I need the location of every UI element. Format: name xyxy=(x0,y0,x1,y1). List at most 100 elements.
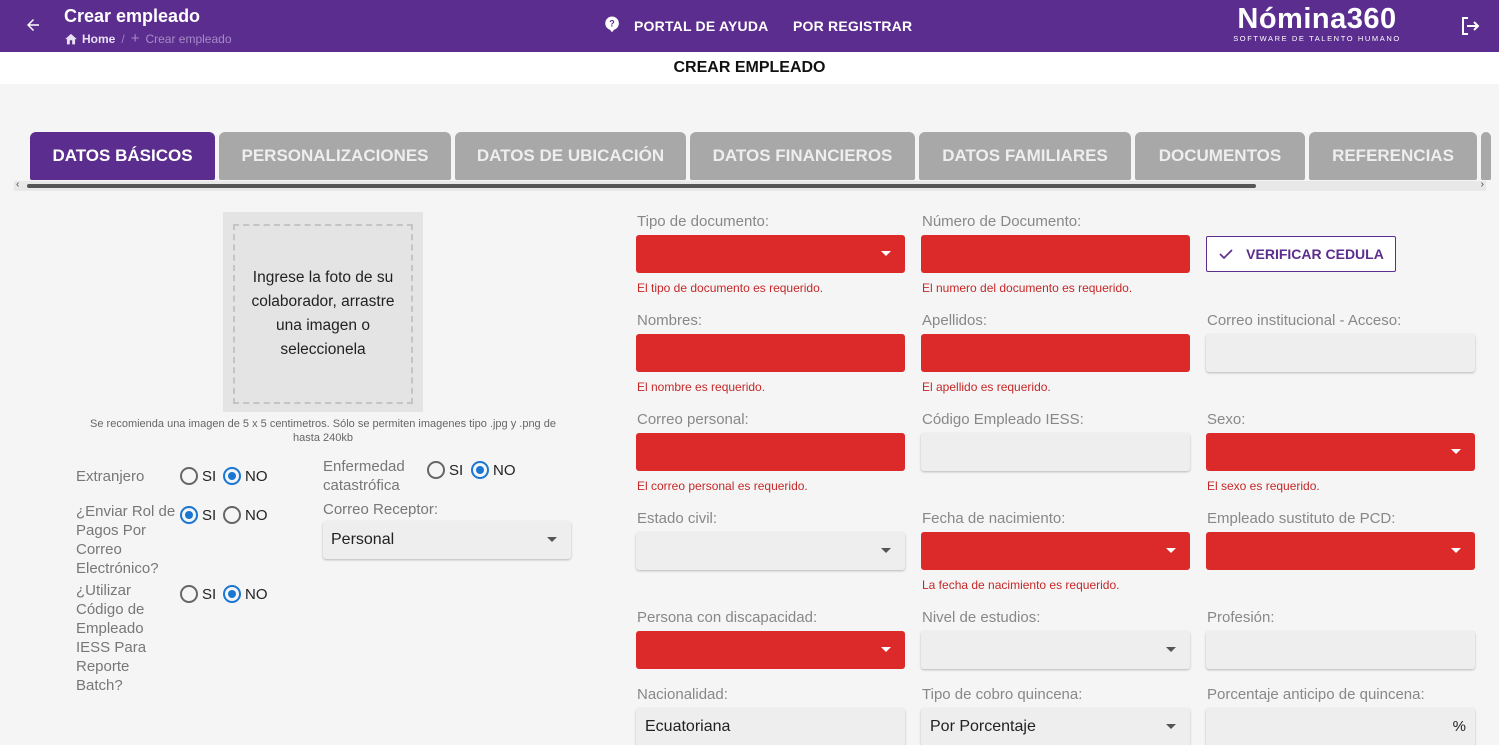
sexo-label: Sexo: xyxy=(1207,411,1246,428)
tab-referencias[interactable]: REFERENCIAS xyxy=(1309,132,1477,180)
correo-personal-input[interactable] xyxy=(636,433,905,471)
page-title: Crear empleado xyxy=(64,6,201,26)
nombres-label: Nombres: xyxy=(637,312,703,329)
correo-personal-label: Correo personal: xyxy=(637,411,749,428)
radio-icon xyxy=(180,467,198,485)
discapacidad-label: Persona con discapacidad: xyxy=(637,609,818,626)
pending-register-link[interactable]: POR REGISTRAR xyxy=(793,18,912,34)
tipo-documento-select[interactable] xyxy=(636,235,905,273)
tab-datos-ubicacion[interactable]: DATOS DE UBICACIÓN xyxy=(455,132,686,180)
fecha-nacimiento-error: La fecha de nacimiento es requerido. xyxy=(922,578,1120,592)
tab-datos-familiares[interactable]: DATOS FAMILIARES xyxy=(919,132,1131,180)
enfermedad-no-radio[interactable]: NO xyxy=(471,461,516,479)
radio-label: SI xyxy=(202,467,217,485)
section-heading: CREAR EMPLEADO xyxy=(0,52,1499,84)
tab-overflow[interactable] xyxy=(1481,132,1491,180)
home-icon xyxy=(65,33,77,45)
photo-upload[interactable]: Ingrese la foto de su colaborador, arras… xyxy=(223,212,423,412)
logout-icon[interactable] xyxy=(1458,14,1482,38)
codigo-iess-no-radio[interactable]: NO xyxy=(223,585,268,603)
tipo-cobro-select[interactable]: Por Porcentaje xyxy=(921,708,1190,745)
tab-datos-basicos[interactable]: DATOS BÁSICOS xyxy=(30,132,215,180)
tab-scrollbar[interactable]: ‹ › xyxy=(14,179,1486,191)
radio-label: NO xyxy=(493,461,516,479)
chevron-down-icon xyxy=(881,548,891,553)
help-portal-link[interactable]: PORTAL DE AYUDA xyxy=(634,18,768,34)
correo-institucional-label: Correo institucional - Acceso: xyxy=(1207,312,1402,329)
extranjero-si-radio[interactable]: SI xyxy=(180,467,216,485)
discapacidad-select[interactable] xyxy=(636,631,905,669)
radio-label: SI xyxy=(449,461,464,479)
scroll-left-icon[interactable]: ‹ xyxy=(16,179,19,190)
apellidos-input[interactable] xyxy=(921,334,1190,372)
nivel-estudios-select[interactable] xyxy=(921,631,1190,669)
chevron-down-icon xyxy=(1451,548,1461,553)
chevron-down-icon xyxy=(547,537,557,542)
radio-checked-icon xyxy=(223,585,241,603)
radio-label: NO xyxy=(245,467,268,485)
radio-label: SI xyxy=(202,506,217,524)
photo-dropzone[interactable]: Ingrese la foto de su colaborador, arras… xyxy=(233,224,413,404)
enfermedad-label: Enfermedad catastrófica xyxy=(323,458,405,494)
tipo-documento-error: El tipo de documento es requerido. xyxy=(637,281,824,295)
tab-scrollbar-thumb[interactable] xyxy=(27,184,1256,188)
tab-personalizaciones[interactable]: PERSONALIZACIONES xyxy=(219,132,451,180)
plus-icon: + xyxy=(130,30,140,47)
profesion-input[interactable] xyxy=(1206,631,1475,669)
numero-documento-label: Número de Documento: xyxy=(922,213,1082,230)
fecha-nacimiento-select[interactable] xyxy=(921,532,1190,570)
verificar-cedula-button[interactable]: VERIFICAR CEDULA xyxy=(1206,236,1396,272)
nivel-estudios-label: Nivel de estudios: xyxy=(922,609,1041,626)
nacionalidad-input[interactable]: Ecuatoriana xyxy=(636,708,905,745)
porcentaje-anticipo-label: Porcentaje anticipo de quincena: xyxy=(1207,686,1425,703)
extranjero-no-radio[interactable]: NO xyxy=(223,467,268,485)
svg-text:?: ? xyxy=(609,19,615,29)
help-icon: ? xyxy=(605,16,619,33)
numero-documento-input[interactable] xyxy=(921,235,1190,273)
nacionalidad-label: Nacionalidad: xyxy=(637,686,728,703)
tab-datos-financieros[interactable]: DATOS FINANCIEROS xyxy=(690,132,915,180)
chevron-down-icon xyxy=(1166,724,1176,729)
nacionalidad-value: Ecuatoriana xyxy=(645,718,731,735)
back-arrow-icon[interactable] xyxy=(20,12,46,38)
codigo-empleado-iess-input[interactable] xyxy=(921,433,1190,471)
tipo-cobro-value: Por Porcentaje xyxy=(930,718,1036,735)
enfermedad-si-radio[interactable]: SI xyxy=(427,461,463,479)
sexo-select[interactable] xyxy=(1206,433,1475,471)
nomina360-logo: Nómina360 SOFTWARE DE TALENTO HUMANO xyxy=(1226,3,1408,43)
nombres-input[interactable] xyxy=(636,334,905,372)
radio-label: SI xyxy=(202,585,217,603)
check-icon xyxy=(1219,249,1233,260)
correo-institucional-input[interactable] xyxy=(1206,334,1475,372)
logo-tagline: SOFTWARE DE TALENTO HUMANO xyxy=(1233,34,1401,43)
tab-bar: DATOS BÁSICOS PERSONALIZACIONES DATOS DE… xyxy=(30,132,1491,180)
radio-checked-icon xyxy=(471,461,489,479)
radio-icon xyxy=(180,585,198,603)
tipo-cobro-label: Tipo de cobro quincena: xyxy=(922,686,1083,703)
chevron-down-icon xyxy=(1166,548,1176,553)
sustituto-pcd-label: Empleado sustituto de PCD: xyxy=(1207,510,1396,527)
estado-civil-select[interactable] xyxy=(636,532,905,570)
correo-receptor-select[interactable]: Personal xyxy=(323,521,571,559)
correo-personal-error: El correo personal es requerido. xyxy=(637,479,808,493)
enviar-rol-label: ¿Enviar Rol de Pagos Por Correo Electrón… xyxy=(76,503,176,577)
radio-checked-icon xyxy=(223,467,241,485)
breadcrumb-home-label: Home xyxy=(82,31,116,46)
percent-suffix: % xyxy=(1452,718,1466,735)
breadcrumb-home[interactable]: Home xyxy=(64,32,115,46)
porcentaje-anticipo-input[interactable]: % xyxy=(1206,708,1475,745)
breadcrumb-current-label: Crear empleado xyxy=(145,31,232,46)
correo-receptor-value: Personal xyxy=(331,531,395,548)
chevron-down-icon xyxy=(1451,449,1461,454)
extranjero-label: Extranjero xyxy=(76,468,145,485)
codigo-empleado-iess-label: Código Empleado IESS: xyxy=(922,411,1084,428)
enviar-rol-no-radio[interactable]: NO xyxy=(223,506,268,524)
sustituto-pcd-select[interactable] xyxy=(1206,532,1475,570)
tab-documentos[interactable]: DOCUMENTOS xyxy=(1135,132,1305,180)
enviar-rol-si-radio[interactable]: SI xyxy=(180,506,216,524)
codigo-iess-si-radio[interactable]: SI xyxy=(180,585,216,603)
chevron-down-icon xyxy=(881,251,891,256)
tipo-documento-label: Tipo de documento: xyxy=(637,213,770,230)
scroll-right-icon[interactable]: › xyxy=(1481,179,1484,190)
numero-documento-error: El numero del documento es requerido. xyxy=(922,281,1133,295)
